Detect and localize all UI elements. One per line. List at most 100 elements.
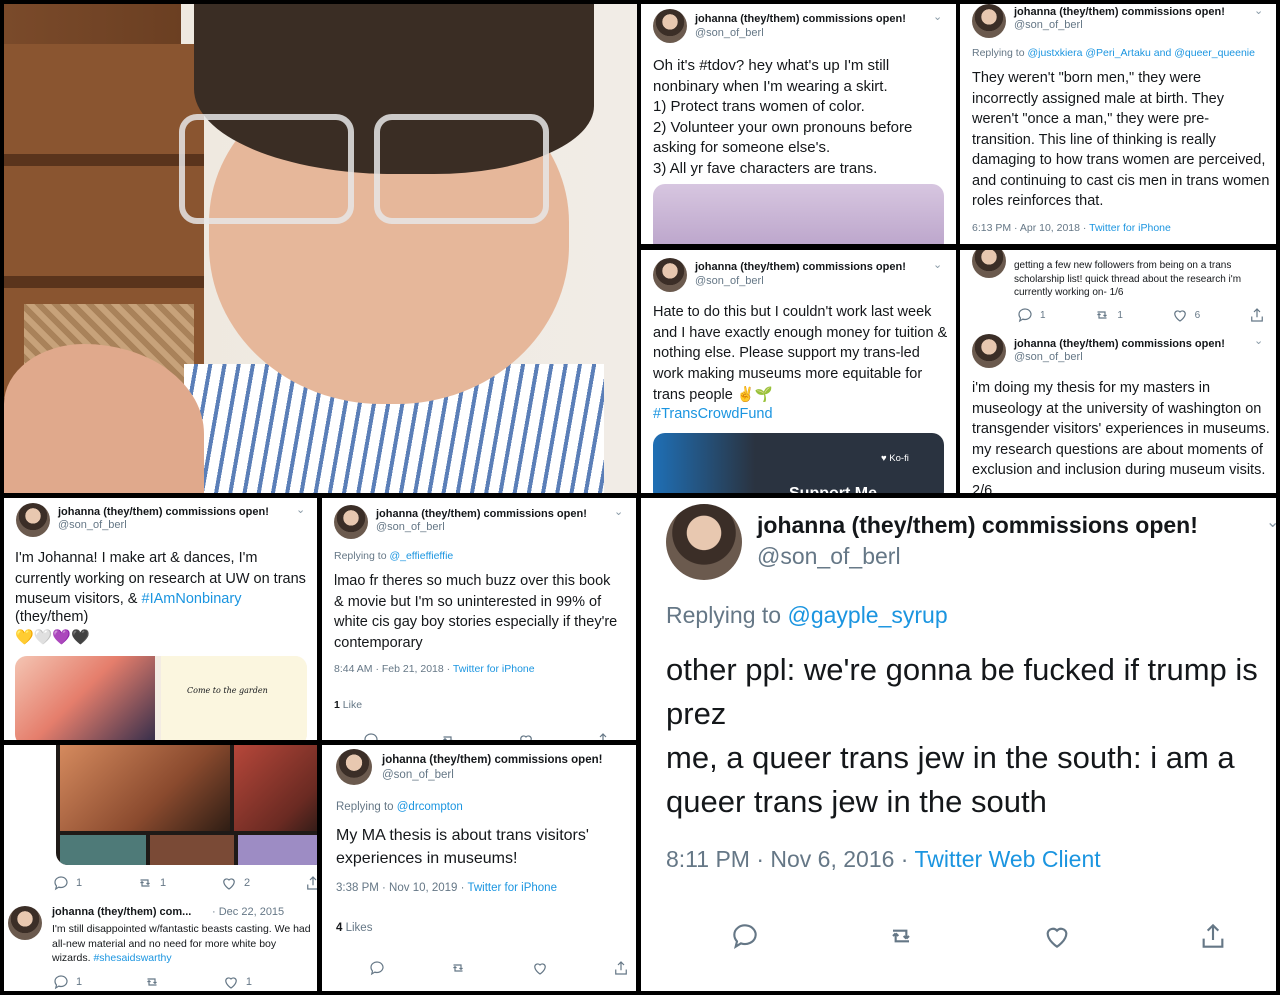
chevron-down-icon[interactable]: ⌄: [933, 10, 942, 23]
share-icon[interactable]: [594, 731, 612, 740]
reply-button[interactable]: 1: [1016, 306, 1046, 324]
avatar[interactable]: [8, 906, 42, 940]
reply-button[interactable]: 1: [52, 973, 82, 991]
chevron-down-icon[interactable]: ⌄: [1266, 512, 1276, 532]
tweet-media[interactable]: [653, 184, 944, 244]
avatar[interactable]: [653, 258, 687, 292]
retweet-button[interactable]: [439, 731, 457, 740]
avatar[interactable]: [336, 749, 372, 785]
replying-to-link[interactable]: @drcompton: [397, 801, 463, 813]
hashtag-link[interactable]: #TransCrowdFund: [653, 406, 773, 422]
avatar[interactable]: [666, 504, 742, 580]
tweet-panel-tdov: johanna (they/them) commissions open! @s…: [641, 4, 956, 244]
author-name[interactable]: johanna (they/them) commissions open!: [1014, 6, 1225, 18]
like-button[interactable]: 1: [222, 973, 252, 991]
reply-button[interactable]: [362, 731, 380, 740]
share-icon[interactable]: [1248, 306, 1266, 324]
author-name[interactable]: johanna (they/them) commissions open!: [695, 13, 906, 25]
art-image-3[interactable]: [60, 835, 146, 865]
art-image-5[interactable]: [238, 835, 317, 865]
retweet-button[interactable]: [143, 973, 161, 991]
author-handle[interactable]: @son_of_berl: [1014, 351, 1083, 363]
author-handle[interactable]: @son_of_berl: [58, 519, 127, 531]
tweet-panel-trump: johanna (they/them) commissions open! @s…: [641, 498, 1276, 991]
kofi-card[interactable]: ♥ Ko-fi Support Me: [653, 433, 944, 493]
tweet-actions: [729, 920, 1229, 952]
tweet-text: My MA thesis is about trans visitors' ex…: [336, 827, 589, 867]
hashtag-link[interactable]: #shesaidswarthy: [93, 952, 171, 964]
author-handle[interactable]: @son_of_berl: [695, 275, 764, 287]
tweet-meta: 6:13 PM · Apr 10, 2018 · Twitter for iPh…: [972, 222, 1171, 234]
tweet-meta: 3:38 PM · Nov 10, 2019 · Twitter for iPh…: [336, 882, 557, 894]
author-name[interactable]: johanna (they/them) com...: [52, 906, 191, 918]
share-icon[interactable]: [612, 959, 630, 977]
kofi-logo: ♥ Ko-fi: [881, 453, 909, 464]
author-name[interactable]: johanna (they/them) commissions open!: [695, 261, 906, 273]
tweet-panel-fantastic-beasts: 1 1 2 johanna (they/them) com... · Dec 2…: [4, 745, 317, 991]
selfie-photo: [4, 4, 637, 493]
author-handle[interactable]: @son_of_berl: [376, 521, 445, 533]
retweet-button[interactable]: [885, 920, 917, 952]
like-button[interactable]: 6: [1171, 306, 1200, 324]
retweet-button[interactable]: 1: [136, 874, 166, 892]
replying-to: Replying to @_effieffieffie: [334, 550, 454, 562]
client-link[interactable]: Twitter Web Client: [914, 846, 1100, 872]
like-button[interactable]: [531, 959, 549, 977]
tweet-actions: [362, 731, 612, 740]
like-button[interactable]: [1041, 920, 1073, 952]
like-button[interactable]: 2: [220, 874, 250, 892]
tweet-text: getting a few new followers from being o…: [1014, 260, 1242, 298]
share-icon[interactable]: [1197, 920, 1229, 952]
author-name[interactable]: johanna (they/them) commissions open!: [376, 508, 587, 520]
client-link[interactable]: Twitter for iPhone: [467, 882, 556, 894]
art-image-1[interactable]: [60, 745, 230, 831]
replying-to-link[interactable]: @justxkiera @Peri_Artaku and @queer_quee…: [1027, 47, 1255, 59]
replying-to-link[interactable]: @_effieffieffie: [389, 550, 453, 562]
reply-button[interactable]: 1: [52, 874, 82, 892]
avatar[interactable]: [972, 334, 1006, 368]
avatar[interactable]: [16, 503, 50, 537]
chevron-down-icon[interactable]: ⌄: [296, 503, 305, 516]
tweet-actions: 1 1 2: [52, 874, 317, 892]
reply-button[interactable]: [368, 959, 386, 977]
hashtag-link[interactable]: #IAmNonbinary: [142, 591, 242, 607]
client-link[interactable]: Twitter for iPhone: [1089, 222, 1171, 234]
tweet-actions: [368, 959, 630, 977]
author-handle[interactable]: @son_of_berl: [757, 543, 901, 570]
like-button[interactable]: [517, 731, 535, 740]
tweet-media[interactable]: Come to the garden: [15, 656, 307, 740]
chevron-down-icon[interactable]: ⌄: [614, 505, 623, 518]
author-handle[interactable]: @son_of_berl: [382, 769, 454, 781]
author-name[interactable]: johanna (they/them) commissions open!: [58, 506, 269, 518]
like-count[interactable]: 4 Likes: [336, 922, 372, 934]
chevron-down-icon[interactable]: ⌄: [1254, 334, 1263, 347]
tweet-meta: 8:44 AM · Feb 21, 2018 · Twitter for iPh…: [334, 663, 535, 675]
replying-to-link[interactable]: @gayple_syrup: [787, 602, 947, 628]
chevron-down-icon[interactable]: ⌄: [933, 258, 942, 271]
client-link[interactable]: Twitter for iPhone: [453, 663, 535, 675]
author-name[interactable]: johanna (they/them) commissions open!: [382, 754, 602, 766]
art-image-2[interactable]: [234, 745, 317, 831]
avatar[interactable]: [334, 505, 368, 539]
retweet-button[interactable]: 1: [1093, 306, 1123, 324]
author-handle[interactable]: @son_of_berl: [1014, 19, 1083, 31]
tweet-panel-born-men: johanna (they/them) commissions open! @s…: [960, 4, 1276, 244]
share-icon[interactable]: [304, 874, 317, 892]
heart-emojis: 💛🤍💜🖤: [15, 629, 90, 646]
chevron-down-icon[interactable]: ⌄: [1254, 4, 1263, 17]
art-image-4[interactable]: [150, 835, 234, 865]
avatar[interactable]: [972, 4, 1006, 38]
author-name[interactable]: johanna (they/them) commissions open!: [1014, 338, 1225, 350]
retweet-button[interactable]: [449, 959, 467, 977]
avatar[interactable]: [653, 9, 687, 43]
tweet-panel-ma-thesis: johanna (they/them) commissions open! @s…: [322, 745, 636, 991]
tweet-text: Oh it's #tdov? hey what's up I'm still n…: [653, 57, 913, 177]
author-handle[interactable]: @son_of_berl: [695, 27, 764, 39]
avatar[interactable]: [972, 250, 1006, 278]
like-count[interactable]: 1 Like: [334, 699, 362, 711]
media-grid[interactable]: [56, 745, 317, 865]
reply-button[interactable]: [729, 920, 761, 952]
author-name[interactable]: johanna (they/them) commissions open!: [757, 512, 1198, 539]
card-title: Support Me: [789, 485, 877, 493]
tweet-text: I'm still disappointed w/fantastic beast…: [52, 923, 311, 964]
